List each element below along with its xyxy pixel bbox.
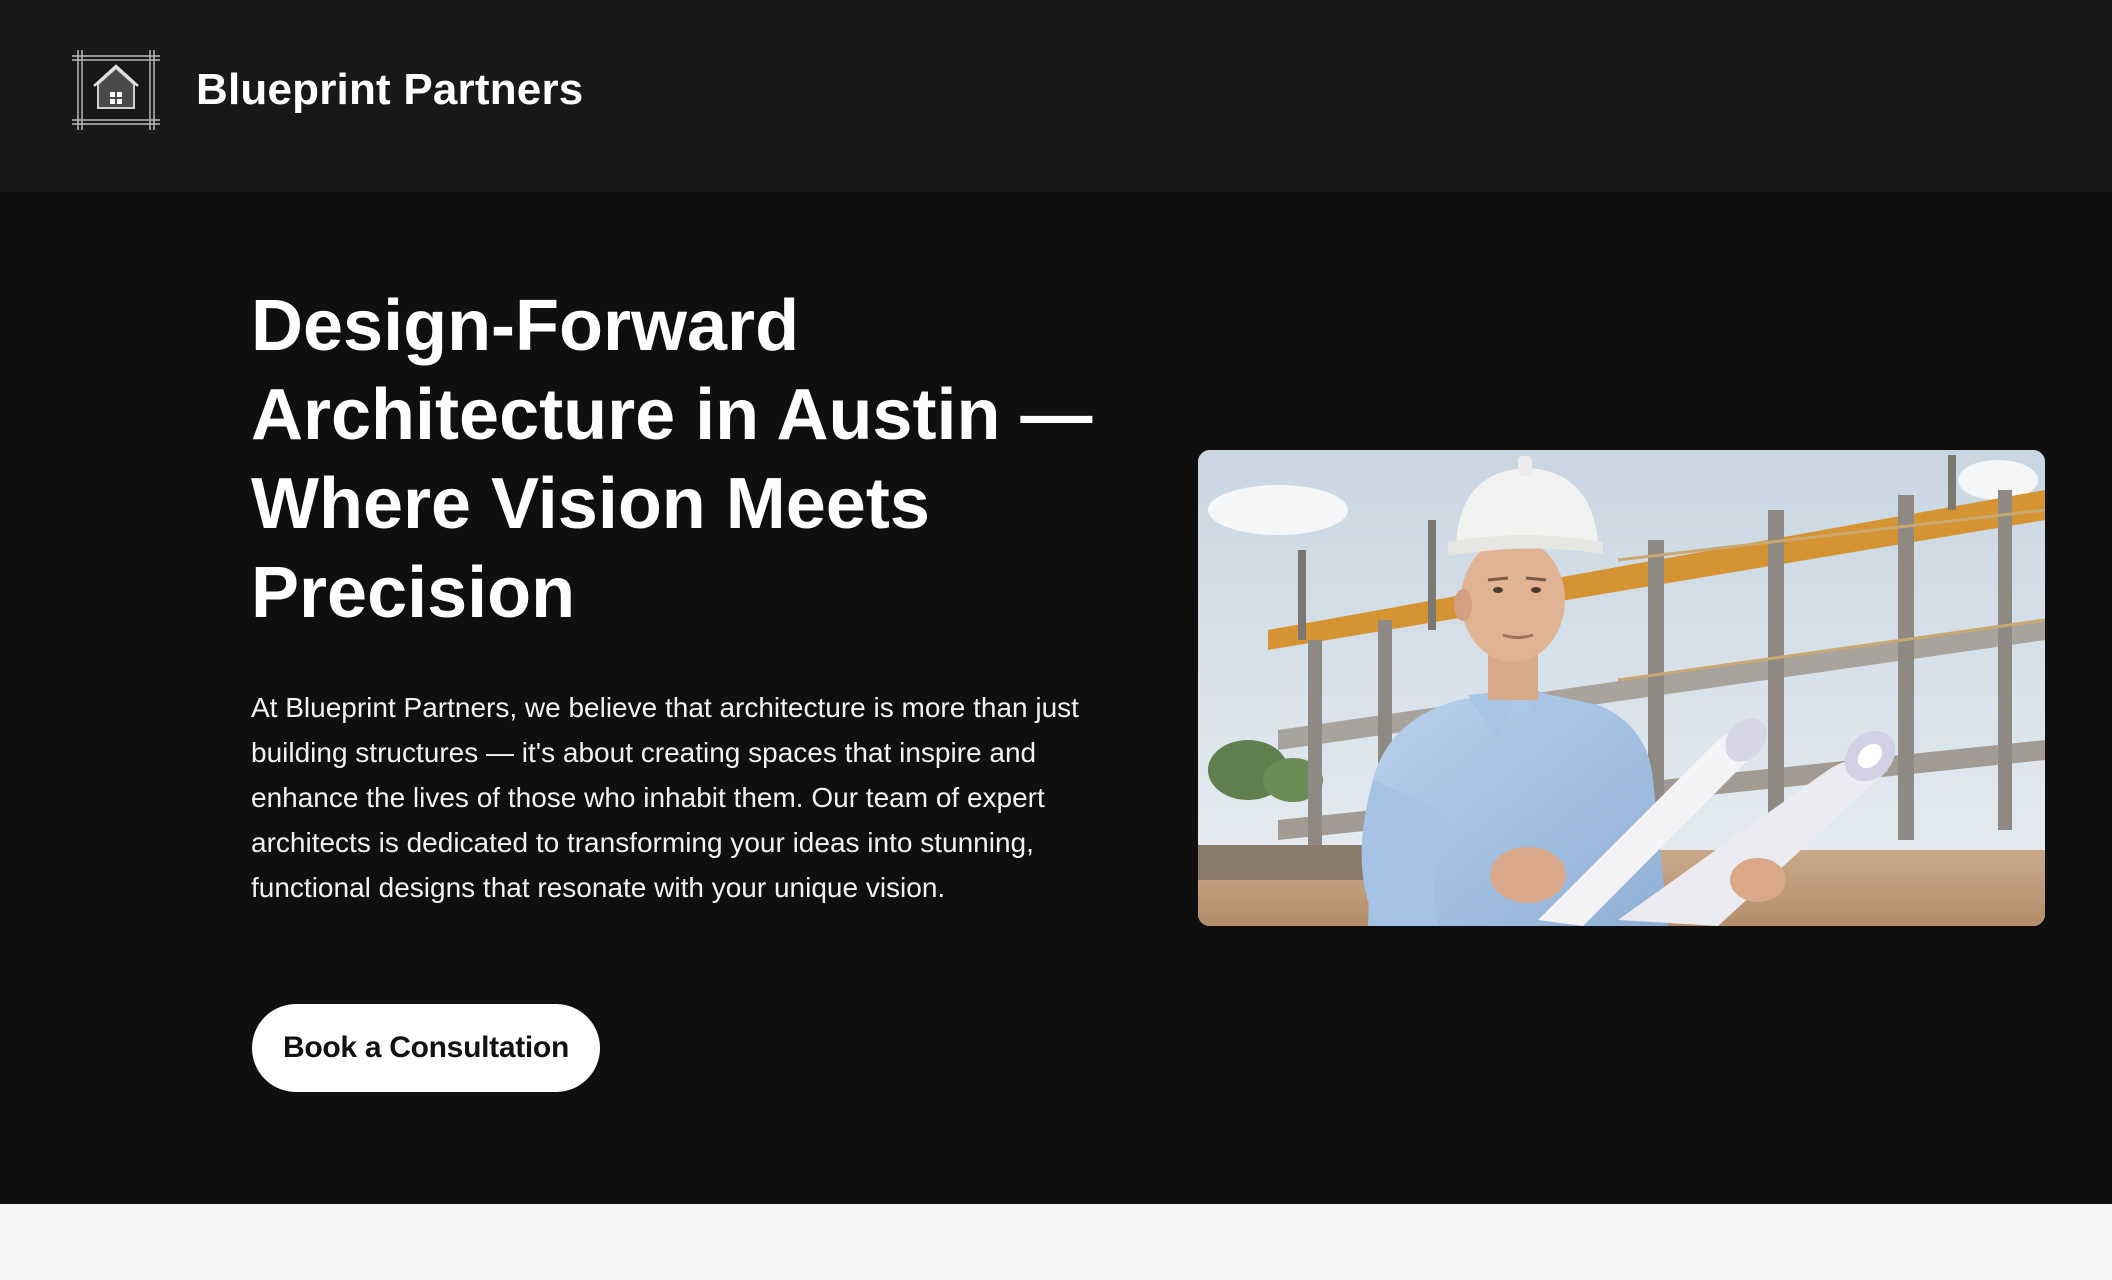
brand-name[interactable]: Blueprint Partners: [196, 65, 583, 115]
house-blueprint-icon[interactable]: [72, 50, 160, 130]
next-section: [0, 1204, 2112, 1280]
hero-description: At Blueprint Partners, we believe that a…: [251, 692, 1079, 903]
book-consultation-button[interactable]: Book a Consultation: [252, 1004, 600, 1092]
architect-holding-blueprints-photo: [1198, 450, 2045, 926]
hero-section: Design-Forward Architecture in Austin — …: [0, 192, 2112, 1204]
hero-title: Design-Forward Architecture in Austin — …: [251, 286, 1093, 633]
site-header: Blueprint Partners: [0, 0, 2112, 192]
